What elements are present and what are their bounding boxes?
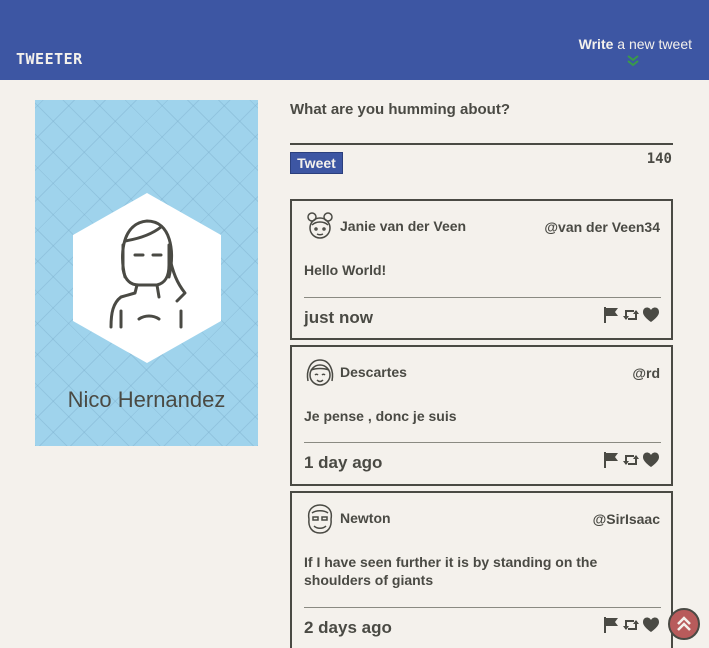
user-avatar-icon: [306, 359, 334, 386]
tweet-author-name: Descartes: [340, 364, 407, 380]
tweet-card: Descartes @rd Je pense , donc je suis 1 …: [290, 345, 673, 486]
retweet-icon[interactable]: [622, 306, 640, 324]
tweet-text: Je pense , donc je suis: [304, 408, 457, 424]
tweet-text: If I have seen further it is by standing…: [304, 554, 598, 588]
tweet-actions: [602, 616, 660, 634]
compose-divider: [290, 143, 673, 145]
tweet-author-name: Janie van der Veen: [340, 218, 467, 234]
tweet-button[interactable]: Tweet: [290, 152, 343, 174]
tweet-timestamp: 1 day ago: [304, 453, 383, 472]
compose-label-bold: Write: [578, 36, 614, 52]
heart-icon[interactable]: [642, 451, 660, 469]
tweet-timestamp: 2 days ago: [304, 618, 392, 637]
retweet-icon[interactable]: [622, 616, 640, 634]
profile-card: Nico Hernandez: [35, 100, 258, 446]
scroll-to-top-button[interactable]: [668, 608, 700, 640]
flag-icon[interactable]: [602, 306, 620, 324]
profile-name: Nico Hernandez: [67, 387, 226, 412]
flag-icon[interactable]: [602, 451, 620, 469]
character-counter: 140: [646, 151, 672, 167]
tweet-timestamp: just now: [304, 308, 373, 327]
heart-icon[interactable]: [642, 306, 660, 324]
compose-label-rest: a new tweet: [613, 36, 692, 52]
user-avatar-icon: [307, 212, 333, 239]
top-nav: TWEETER Write a new tweet: [0, 0, 709, 80]
tweet-divider: [304, 297, 661, 298]
user-avatar-icon: [307, 504, 333, 534]
tweet-divider: [304, 442, 661, 443]
compose-prompt[interactable]: What are you humming about?: [290, 101, 510, 118]
tweet-actions: [602, 306, 660, 324]
heart-icon[interactable]: [642, 616, 660, 634]
tweet-card: Newton @SirIsaac If I have seen further …: [290, 491, 673, 648]
tweet-author-handle: @rd: [632, 365, 660, 381]
tweet-author-name: Newton: [340, 510, 391, 526]
profile-avatar: [73, 193, 221, 363]
retweet-icon[interactable]: [622, 451, 640, 469]
write-new-tweet-toggle[interactable]: Write a new tweet: [579, 36, 692, 52]
tweet-card: Janie van der Veen @van der Veen34 Hello…: [290, 199, 673, 340]
flag-icon[interactable]: [602, 616, 620, 634]
tweet-divider: [304, 607, 661, 608]
double-chevron-up-icon: [677, 616, 691, 631]
tweet-author-handle: @van der Veen34: [544, 219, 660, 235]
brand-logo[interactable]: TWEETER: [16, 50, 83, 68]
tweet-author-handle: @SirIsaac: [592, 511, 660, 527]
tweet-text: Hello World!: [304, 262, 387, 278]
double-chevron-down-icon[interactable]: [626, 54, 640, 68]
tweet-actions: [602, 451, 660, 469]
